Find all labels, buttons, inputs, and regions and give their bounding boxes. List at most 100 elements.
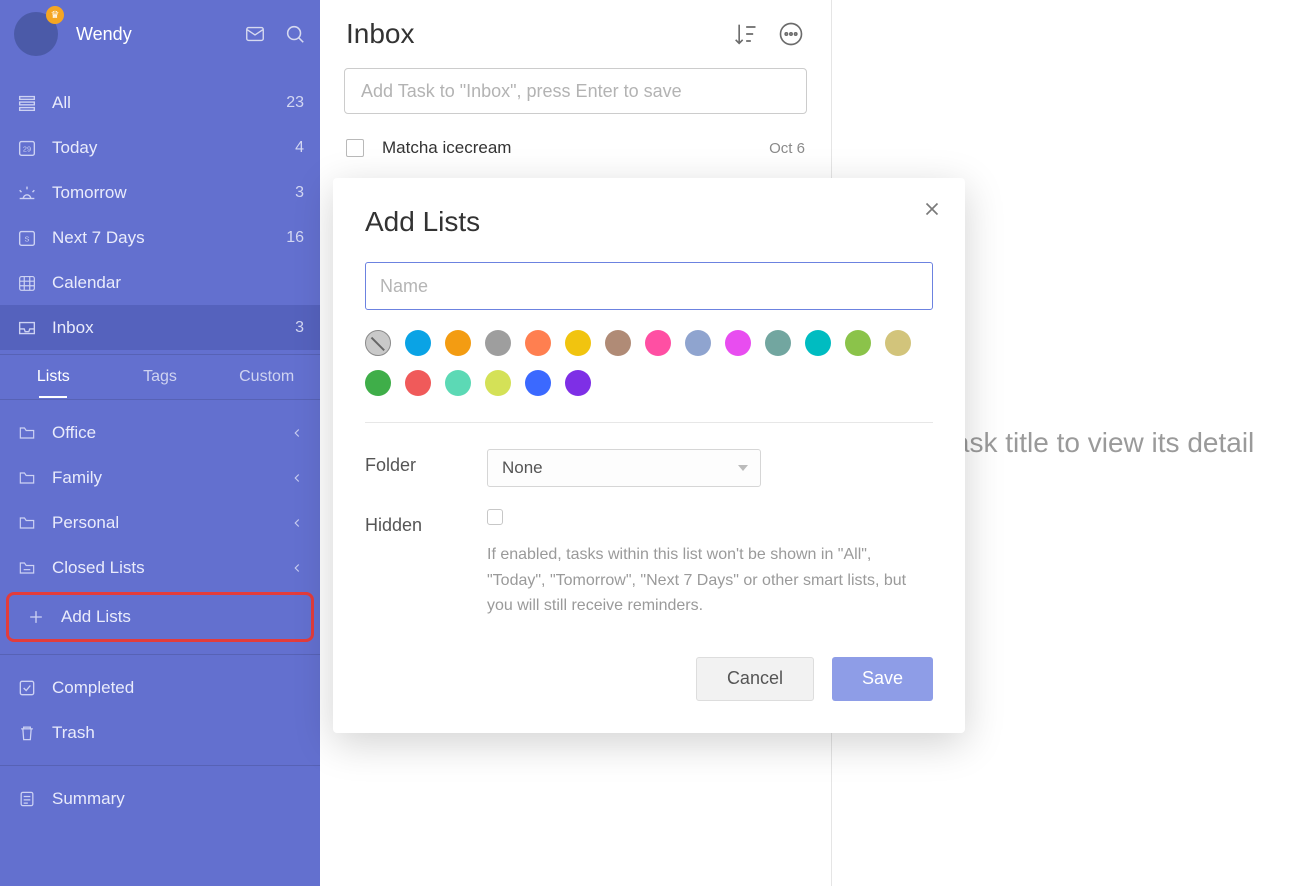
color-swatch[interactable] — [725, 330, 751, 356]
hidden-help-text: If enabled, tasks within this list won't… — [487, 542, 927, 619]
svg-text:29: 29 — [23, 144, 31, 153]
folder-icon — [14, 420, 40, 446]
sidebar-item-summary[interactable]: Summary — [0, 776, 320, 821]
list-name-input[interactable] — [365, 262, 933, 310]
sidebar-item-label: Calendar — [52, 273, 304, 293]
smart-lists: All 23 29 Today 4 Tomorrow 3 S Next 7 Da… — [0, 66, 320, 350]
sidebar: ♛ Wendy All 23 29 Today 4 Tomorrow — [0, 0, 320, 886]
calendar-grid-icon — [14, 270, 40, 296]
modal-title: Add Lists — [365, 206, 933, 238]
list-item-family[interactable]: Family — [0, 455, 320, 500]
close-icon[interactable] — [921, 198, 943, 220]
tab-custom[interactable]: Custom — [213, 368, 320, 386]
sort-icon[interactable] — [731, 20, 759, 48]
list-item-label: Family — [52, 468, 290, 488]
add-task-input[interactable] — [344, 68, 807, 114]
avatar[interactable]: ♛ — [14, 12, 58, 56]
list-item-personal[interactable]: Personal — [0, 500, 320, 545]
sidebar-item-label: Trash — [52, 723, 304, 743]
color-swatch[interactable] — [805, 330, 831, 356]
task-title: Matcha icecream — [382, 138, 769, 158]
sidebar-item-label: Inbox — [52, 318, 295, 338]
color-swatch[interactable] — [845, 330, 871, 356]
chevron-down-icon — [738, 465, 748, 471]
plus-icon — [23, 604, 49, 630]
color-swatch[interactable] — [405, 330, 431, 356]
color-swatch[interactable] — [605, 330, 631, 356]
sidebar-item-all[interactable]: All 23 — [0, 80, 320, 125]
add-list-modal: Add Lists Folder None Hidden If enabled,… — [333, 178, 965, 733]
sidebar-item-trash[interactable]: Trash — [0, 710, 320, 755]
color-swatch[interactable] — [445, 370, 471, 396]
sidebar-item-count: 4 — [295, 139, 304, 157]
list-tabs: Lists Tags Custom — [0, 354, 320, 400]
task-checkbox[interactable] — [346, 139, 364, 157]
tab-tags[interactable]: Tags — [107, 368, 214, 386]
sidebar-item-count: 3 — [295, 319, 304, 337]
save-button[interactable]: Save — [832, 657, 933, 701]
sidebar-item-tomorrow[interactable]: Tomorrow 3 — [0, 170, 320, 215]
add-lists-label: Add Lists — [61, 607, 295, 627]
sidebar-item-label: Completed — [52, 678, 304, 698]
mail-icon[interactable] — [244, 23, 266, 45]
sidebar-item-inbox[interactable]: Inbox 3 — [0, 305, 320, 350]
crown-badge-icon: ♛ — [46, 6, 64, 24]
list-item-closed[interactable]: Closed Lists — [0, 545, 320, 590]
color-swatch[interactable] — [405, 370, 431, 396]
folder-icon — [14, 510, 40, 536]
color-swatch[interactable] — [365, 370, 391, 396]
list-item-office[interactable]: Office — [0, 410, 320, 455]
svg-text:S: S — [25, 234, 30, 243]
color-swatch[interactable] — [885, 330, 911, 356]
chevron-left-icon — [290, 516, 304, 530]
folder-icon — [14, 465, 40, 491]
add-lists-button[interactable]: Add Lists — [9, 595, 311, 639]
calendar-today-icon: 29 — [14, 135, 40, 161]
color-swatch[interactable] — [525, 370, 551, 396]
chevron-left-icon — [290, 561, 304, 575]
sidebar-item-label: Today — [52, 138, 295, 158]
color-swatch[interactable] — [565, 330, 591, 356]
username: Wendy — [76, 24, 244, 45]
color-swatch[interactable] — [565, 370, 591, 396]
folder-dropdown[interactable]: None — [487, 449, 761, 487]
sidebar-item-count: 16 — [286, 229, 304, 247]
sidebar-item-next7[interactable]: S Next 7 Days 16 — [0, 215, 320, 260]
tab-lists[interactable]: Lists — [0, 368, 107, 386]
more-icon[interactable] — [777, 20, 805, 48]
folder-value: None — [502, 458, 543, 478]
hidden-label: Hidden — [365, 509, 487, 536]
sidebar-item-count: 3 — [295, 184, 304, 202]
chevron-left-icon — [290, 426, 304, 440]
color-swatch[interactable] — [485, 370, 511, 396]
search-icon[interactable] — [284, 23, 306, 45]
sidebar-item-count: 23 — [286, 94, 304, 112]
color-picker — [365, 330, 933, 396]
sidebar-item-label: Next 7 Days — [52, 228, 286, 248]
folder-label: Folder — [365, 449, 487, 476]
sidebar-item-completed[interactable]: Completed — [0, 665, 320, 710]
list-item-label: Office — [52, 423, 290, 443]
user-lists: Office Family Personal Closed Lists — [0, 400, 320, 644]
list-title: Inbox — [346, 18, 713, 50]
color-swatch-none[interactable] — [365, 330, 391, 356]
color-swatch[interactable] — [645, 330, 671, 356]
cancel-button[interactable]: Cancel — [696, 657, 814, 701]
inbox-icon — [14, 315, 40, 341]
hidden-checkbox[interactable] — [487, 509, 503, 525]
folder-archive-icon — [14, 555, 40, 581]
color-swatch[interactable] — [485, 330, 511, 356]
color-swatch[interactable] — [445, 330, 471, 356]
color-swatch[interactable] — [765, 330, 791, 356]
color-swatch[interactable] — [685, 330, 711, 356]
color-swatch[interactable] — [525, 330, 551, 356]
all-icon — [14, 90, 40, 116]
sidebar-item-today[interactable]: 29 Today 4 — [0, 125, 320, 170]
chevron-left-icon — [290, 471, 304, 485]
sidebar-item-calendar[interactable]: Calendar — [0, 260, 320, 305]
list-item-label: Personal — [52, 513, 290, 533]
summary-icon — [14, 786, 40, 812]
list-item-label: Closed Lists — [52, 558, 290, 578]
task-row[interactable]: Matcha icecream Oct 6 — [320, 128, 831, 168]
check-icon — [14, 675, 40, 701]
